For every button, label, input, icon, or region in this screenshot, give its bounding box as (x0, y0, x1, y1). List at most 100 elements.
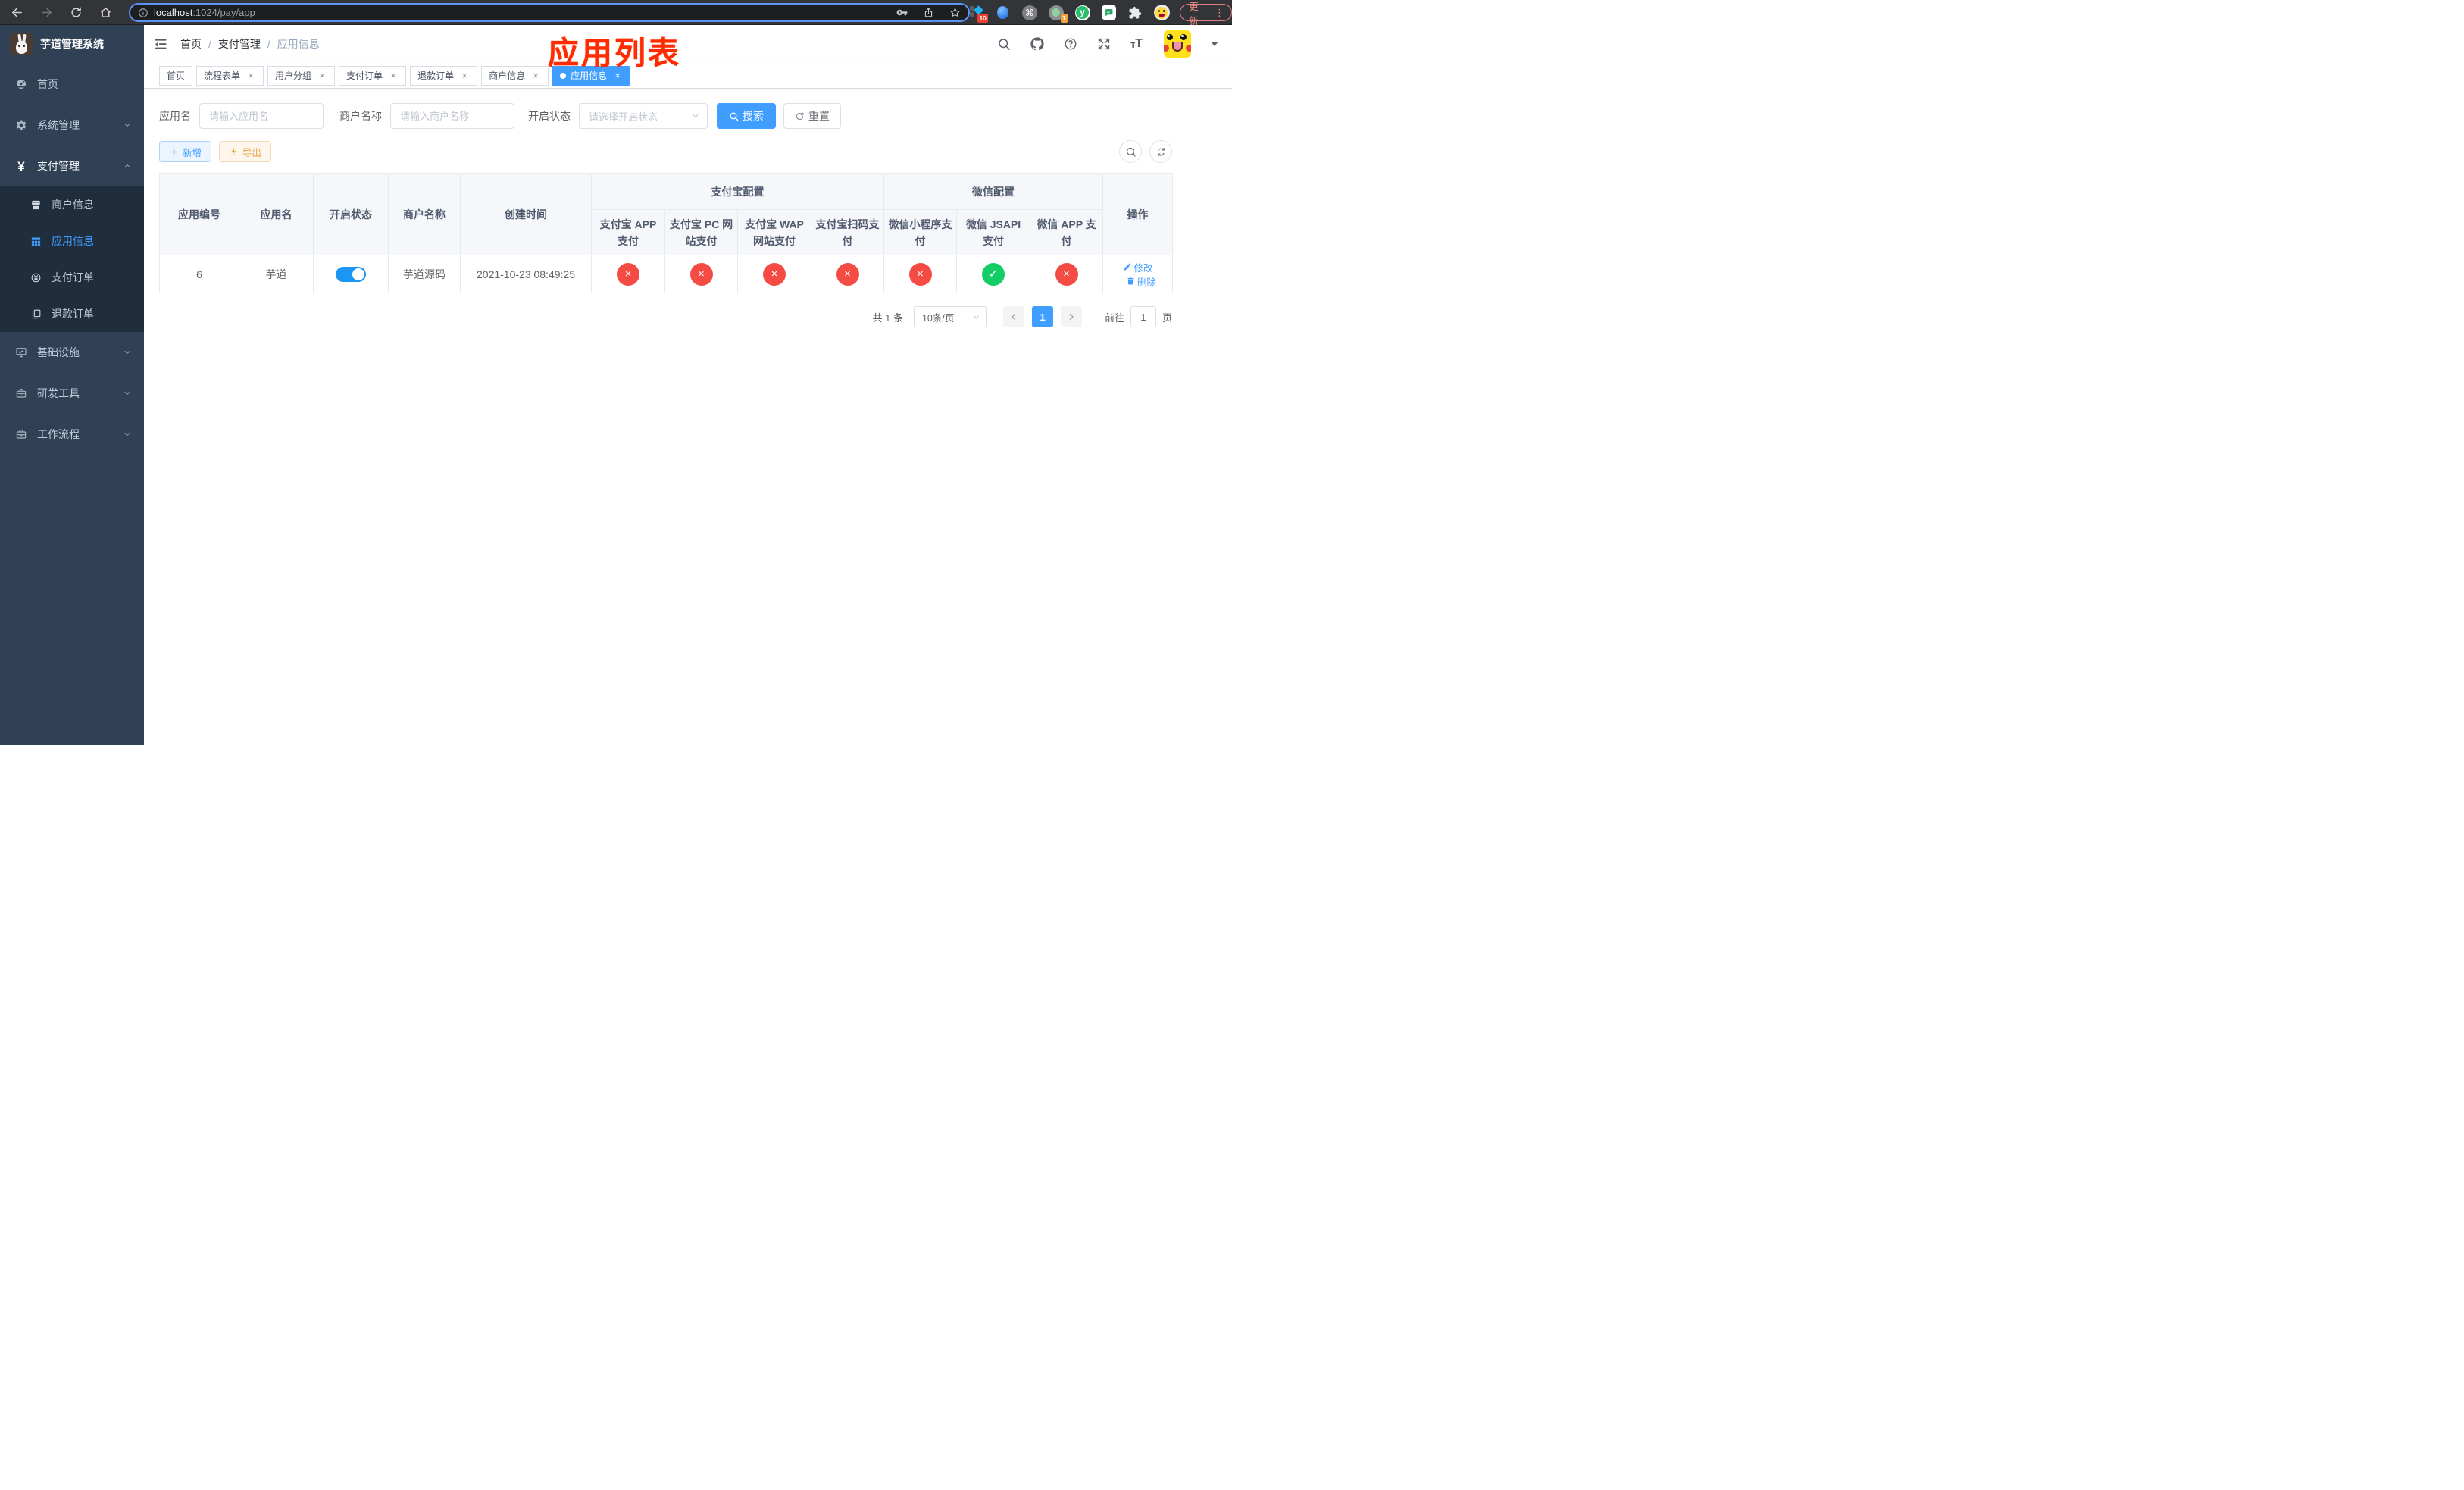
col-header-actions: 操作 (1102, 173, 1174, 255)
tab-close-icon[interactable]: × (245, 70, 256, 81)
row-enabled-switch[interactable] (336, 266, 366, 282)
browser-extensions: 10 ⌘ 1 y 更新 ⋮ (968, 0, 1232, 27)
cell-created: 2021-10-23 08:49:25 (460, 255, 592, 293)
sidebar-item-home[interactable]: 首页 (0, 64, 144, 105)
reload-icon[interactable] (70, 6, 83, 19)
cell-app-name: 芋道 (239, 255, 314, 293)
sidebar-item-dev-tools[interactable]: 研发工具 (0, 373, 144, 414)
tab-home[interactable]: 首页 (159, 65, 193, 86)
url-host: localhost (154, 7, 193, 18)
search-icon[interactable] (997, 37, 1011, 51)
tab-close-icon[interactable]: × (530, 70, 541, 81)
tab-merchant-info[interactable]: 商户信息 × (481, 65, 549, 86)
share-icon[interactable] (923, 7, 934, 18)
help-icon[interactable] (1064, 37, 1077, 51)
breadcrumb-separator: / (267, 38, 270, 50)
tab-app-info[interactable]: 应用信息 × (552, 65, 631, 86)
extension-yuque-icon[interactable]: y (1074, 5, 1091, 21)
extension-docs-icon[interactable]: 10 (968, 5, 988, 23)
sidebar-item-payment[interactable]: ¥ 支付管理 (0, 146, 144, 186)
merchant-name-input[interactable] (390, 103, 514, 129)
sidebar-item-label: 基础设施 (37, 346, 80, 358)
breadcrumb: 首页 / 支付管理 / 应用信息 (180, 36, 320, 52)
reset-button-label: 重置 (808, 110, 830, 122)
avatar-caret-icon[interactable] (1211, 42, 1218, 46)
extension-balloon-icon[interactable] (995, 5, 1012, 21)
status-alipay-wap-icon: × (763, 262, 786, 286)
sidebar-item-label: 研发工具 (37, 387, 80, 399)
sidebar-item-app-info[interactable]: 应用信息 (0, 223, 144, 259)
tab-close-icon[interactable]: × (317, 70, 327, 81)
delete-link-label: 删除 (1137, 277, 1157, 288)
font-size-icon[interactable]: TT (1130, 38, 1143, 50)
search-button[interactable]: 搜索 (717, 103, 776, 129)
tab-close-icon[interactable]: × (612, 70, 623, 81)
sidebar-item-workflow[interactable]: 工作流程 (0, 414, 144, 455)
navbar-actions: TT (997, 30, 1232, 58)
sidebar-item-pay-orders[interactable]: 支付订单 (0, 259, 144, 296)
app-name-input[interactable] (199, 103, 324, 129)
toggle-search-button[interactable] (1119, 140, 1142, 163)
status-wx-jsapi-icon: ✓ (982, 262, 1005, 286)
sidebar-item-system[interactable]: 系统管理 (0, 105, 144, 146)
bookmark-star-icon[interactable] (949, 7, 961, 18)
fullscreen-icon[interactable] (1097, 37, 1111, 51)
address-bar[interactable]: localhost:1024/pay/app (129, 3, 970, 22)
update-button[interactable]: 更新 ⋮ (1180, 2, 1232, 27)
password-key-icon[interactable] (896, 7, 908, 18)
avatar[interactable] (1164, 30, 1191, 58)
extension-emoji-icon[interactable] (1153, 5, 1170, 21)
tab-process-form[interactable]: 流程表单 × (196, 65, 264, 86)
sidebar-item-refund-orders[interactable]: 退款订单 (0, 296, 144, 332)
yen-circle-icon (30, 272, 42, 283)
edit-link[interactable]: 修改 (1123, 260, 1153, 274)
plus-icon (169, 147, 179, 157)
extension-chat-icon[interactable] (1101, 5, 1118, 21)
goto-page-input[interactable] (1130, 306, 1156, 327)
dashboard-icon (15, 78, 27, 90)
status-select[interactable]: 请选择开启状态 (579, 103, 708, 129)
tab-pay-orders[interactable]: 支付订单 × (339, 65, 407, 86)
delete-link[interactable]: 删除 (1126, 274, 1156, 289)
github-icon[interactable] (1030, 37, 1044, 51)
sidebar-item-label: 退款订单 (52, 308, 94, 320)
sidebar-item-label: 系统管理 (37, 119, 80, 131)
extension-command-icon[interactable]: ⌘ (1021, 5, 1038, 21)
chevron-down-icon (123, 348, 132, 357)
col-header-wx-app: 微信 APP 支付 (1029, 209, 1104, 255)
url-path: :1024/pay/app (192, 7, 255, 18)
app-title: 芋道管理系统 (40, 38, 104, 50)
export-button[interactable]: 导出 (219, 141, 272, 162)
breadcrumb-current: 应用信息 (277, 38, 320, 50)
app-logo[interactable]: 芋道管理系统 (0, 25, 144, 63)
prev-page-button[interactable] (1002, 306, 1024, 327)
tab-close-icon[interactable]: × (459, 70, 470, 81)
site-info-icon[interactable] (138, 8, 149, 18)
home-icon[interactable] (99, 6, 112, 19)
browser-menu-icon[interactable]: ⋮ (1215, 7, 1224, 19)
col-header-alipay-app: 支付宝 APP 支付 (591, 209, 665, 255)
extensions-puzzle-icon[interactable] (1127, 5, 1143, 21)
status-alipay-qr-icon: × (836, 262, 859, 286)
sidebar-item-merchant-info[interactable]: 商户信息 (0, 186, 144, 223)
page-size-select[interactable]: 10条/页 (913, 306, 987, 327)
col-header-wx-jsapi: 微信 JSAPI 支付 (956, 209, 1030, 255)
sidebar-item-infrastructure[interactable]: 基础设施 (0, 332, 144, 373)
page-number-button[interactable]: 1 (1031, 306, 1053, 327)
extension-recorder-icon[interactable]: 1 (1048, 5, 1068, 23)
merchant-name-label: 商户名称 (339, 110, 382, 122)
next-page-button[interactable] (1060, 306, 1082, 327)
tab-refund-orders[interactable]: 退款订单 × (410, 65, 478, 86)
add-button[interactable]: 新增 (159, 141, 212, 162)
forward-icon[interactable] (40, 6, 53, 19)
back-icon[interactable] (11, 6, 23, 19)
refresh-table-button[interactable] (1149, 140, 1172, 163)
status-label: 开启状态 (528, 110, 571, 122)
tab-user-group[interactable]: 用户分组 × (267, 65, 336, 86)
sidebar-collapse-icon[interactable] (153, 36, 168, 52)
apps-table: 应用编号 应用名 开启状态 商户名称 创建时间 支付宝配置 微信配置 操作 支付… (159, 173, 1174, 293)
breadcrumb-home[interactable]: 首页 (180, 36, 202, 52)
reset-button[interactable]: 重置 (783, 103, 841, 129)
breadcrumb-payment[interactable]: 支付管理 (218, 36, 261, 52)
tab-close-icon[interactable]: × (388, 70, 399, 81)
